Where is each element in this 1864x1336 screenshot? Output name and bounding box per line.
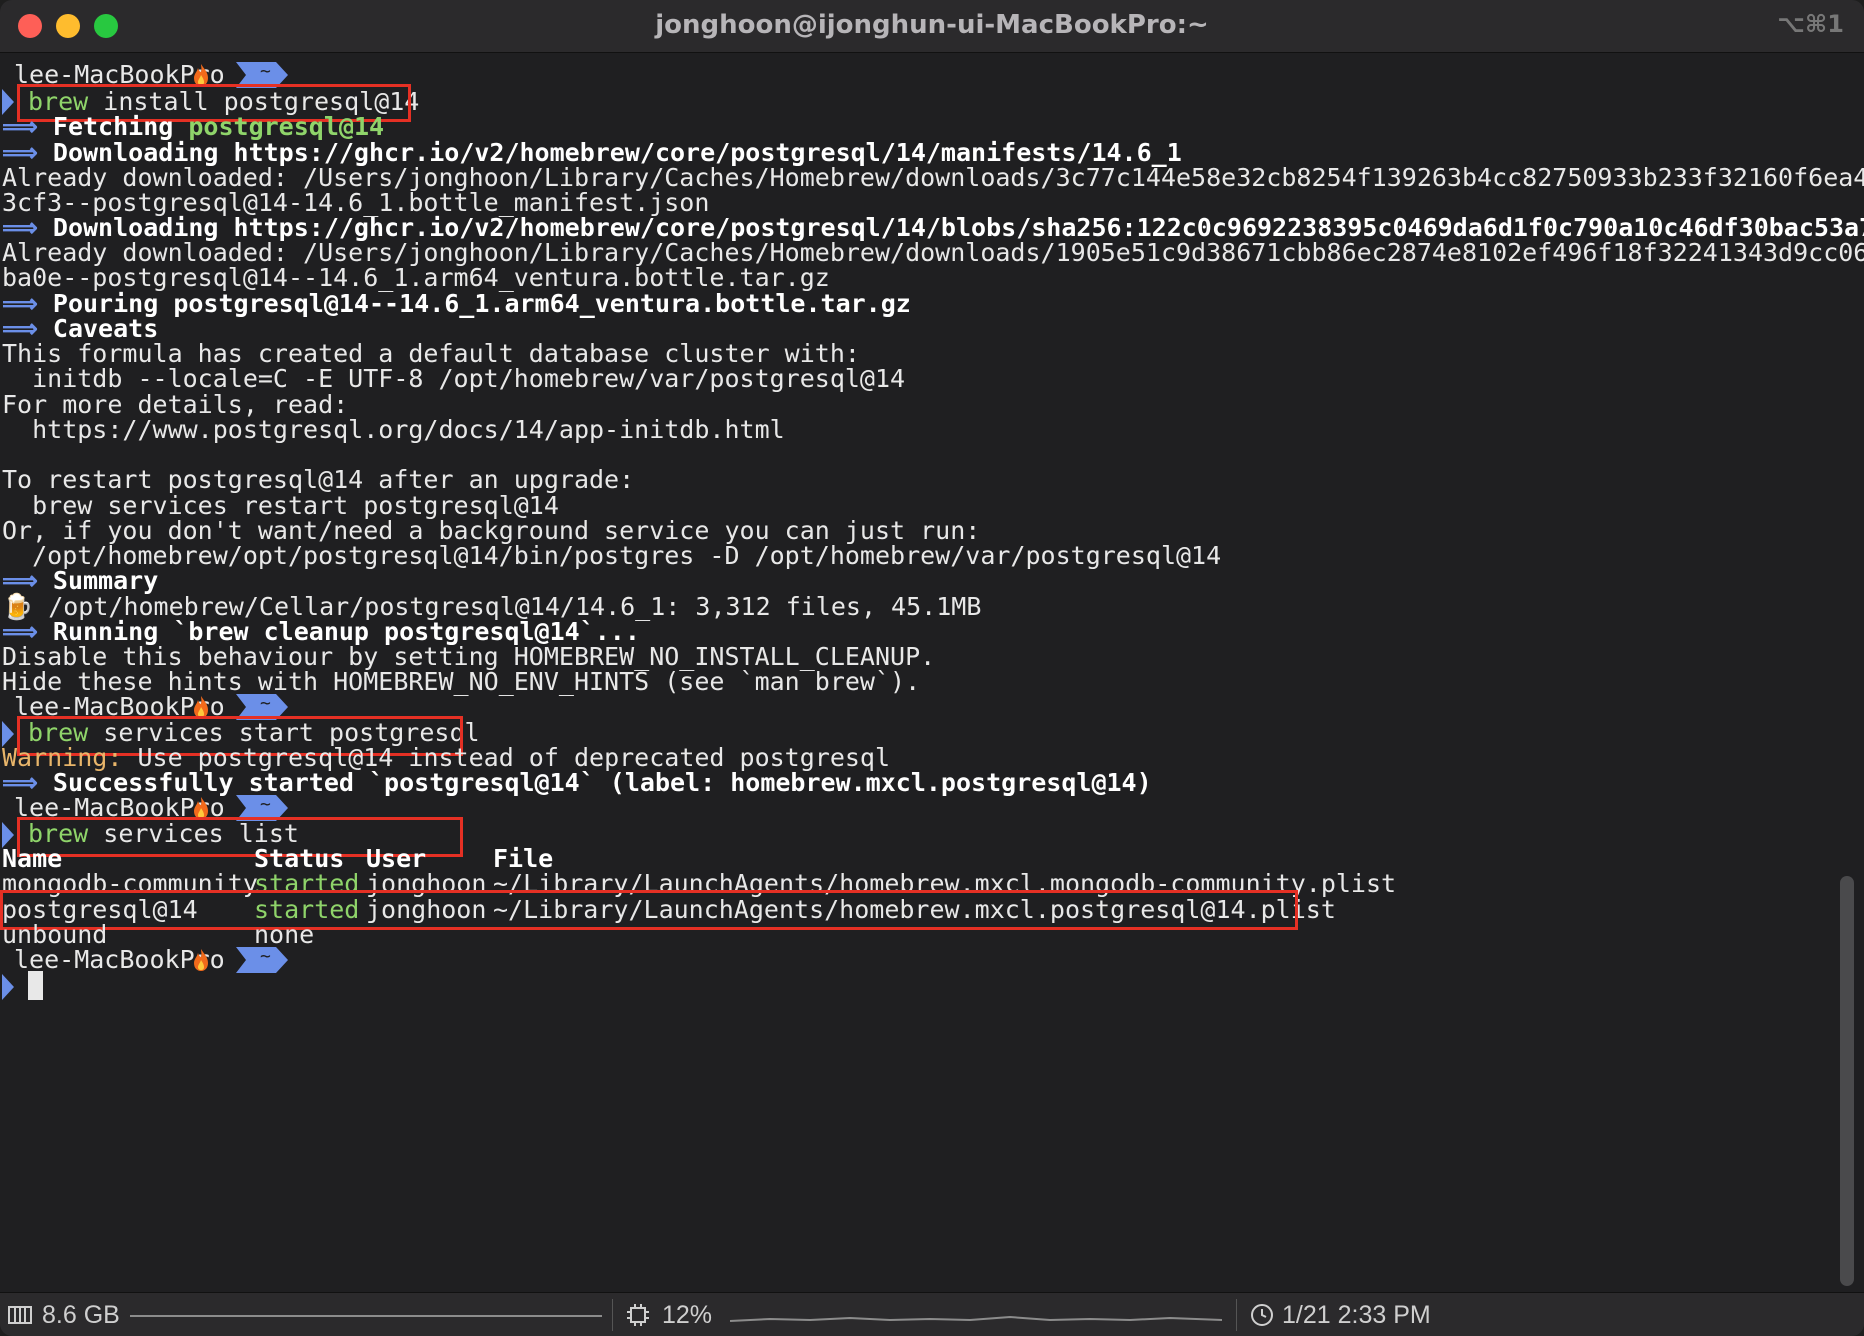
output-line: https://www.postgresql.org/docs/14/app-i…: [2, 415, 785, 444]
output-line: /opt/homebrew/opt/postgresql@14/bin/post…: [2, 541, 1222, 570]
window-shortcut: ⌥⌘1: [1777, 10, 1844, 38]
memory-value: 8.6 GB: [42, 1301, 120, 1329]
clock-value: 1/21 2:33 PM: [1282, 1301, 1431, 1329]
highlight-box: [0, 890, 1298, 930]
terminal-output[interactable]: lee-MacBookPro ~ brew install postgresql…: [0, 52, 1864, 1292]
text-cursor: [28, 971, 43, 1000]
prompt-path: ~: [260, 694, 271, 714]
title-bar: jonghoon@ijonghun-ui-MacBookPro:~ ⌥⌘1: [0, 0, 1864, 53]
cpu-value: 12%: [662, 1301, 713, 1329]
cpu-icon: [627, 1304, 649, 1326]
path-segment-icon: ~: [236, 947, 288, 973]
prompt-path: ~: [260, 795, 271, 815]
flame-icon: [194, 949, 208, 971]
status-divider: [612, 1299, 613, 1331]
table-cell-status: none: [254, 920, 315, 949]
status-bar: 8.6 GB 12% 1/21 2:33 PM: [0, 1292, 1864, 1336]
memory-usage-graph: [130, 1315, 602, 1317]
prompt-caret-icon: [2, 974, 14, 1000]
status-divider: [1236, 1299, 1237, 1331]
window-title: jonghoon@ijonghun-ui-MacBookPro:~: [655, 10, 1209, 40]
scrollbar[interactable]: [1840, 876, 1854, 1286]
terminal-window: jonghoon@ijonghun-ui-MacBookPro:~ ⌥⌘1 le…: [0, 0, 1864, 1336]
prompt-path: ~: [260, 947, 271, 967]
cpu-usage-graph: [730, 1315, 1222, 1322]
prompt-path: ~: [260, 62, 271, 82]
memory-icon: [8, 1306, 32, 1324]
clock-icon: [1251, 1304, 1273, 1326]
